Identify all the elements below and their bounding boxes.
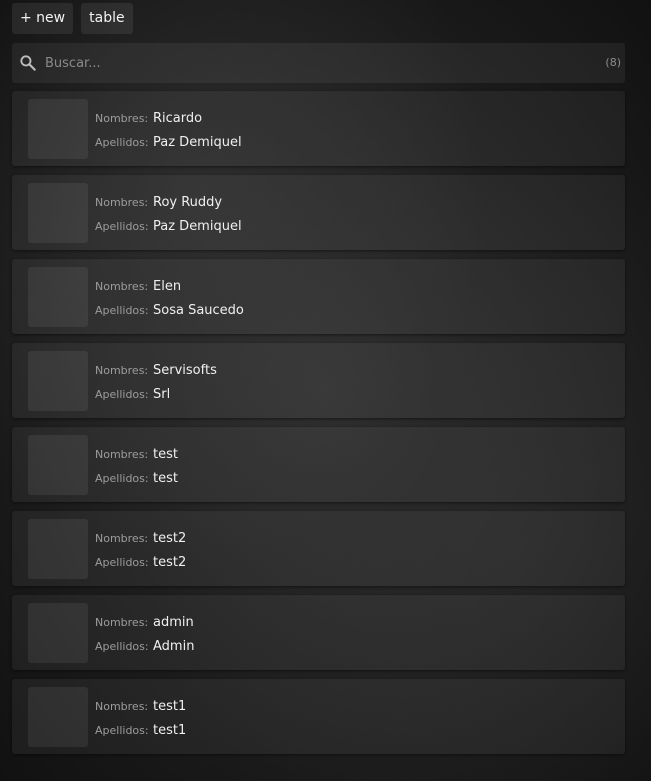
nombres-value: Servisofts xyxy=(153,363,217,378)
search-input[interactable] xyxy=(45,43,585,83)
avatar xyxy=(28,99,88,159)
nombres-value: Ricardo xyxy=(153,111,203,126)
nombres-label: Nombres: xyxy=(95,700,149,713)
search-icon[interactable] xyxy=(18,53,38,73)
list-item[interactable]: Nombres: test Apellidos: test xyxy=(12,427,625,502)
nombres-label: Nombres: xyxy=(95,448,149,461)
avatar xyxy=(28,435,88,495)
apellidos-label: Apellidos: xyxy=(95,556,149,569)
nombres-value: Roy Ruddy xyxy=(153,195,223,210)
new-button[interactable]: + new xyxy=(12,3,74,34)
avatar xyxy=(28,603,88,663)
nombres-value: Elen xyxy=(153,279,182,294)
apellidos-value: Sosa Saucedo xyxy=(153,303,244,318)
avatar xyxy=(28,351,88,411)
apellidos-value: test2 xyxy=(153,555,187,570)
table-view-button[interactable]: table xyxy=(81,3,133,34)
nombres-value: admin xyxy=(153,615,194,630)
nombres-value: test1 xyxy=(153,699,187,714)
apellidos-label: Apellidos: xyxy=(95,472,149,485)
nombres-label: Nombres: xyxy=(95,112,149,125)
list-item[interactable]: Nombres: Servisofts Apellidos: Srl xyxy=(12,343,625,418)
apellidos-label: Apellidos: xyxy=(95,640,149,653)
nombres-label: Nombres: xyxy=(95,616,149,629)
apellidos-label: Apellidos: xyxy=(95,304,149,317)
nombres-label: Nombres: xyxy=(95,196,149,209)
apellidos-value: Admin xyxy=(153,639,195,654)
apellidos-value: Srl xyxy=(153,387,171,402)
nombres-value: test xyxy=(153,447,178,462)
apellidos-value: test1 xyxy=(153,723,187,738)
avatar xyxy=(28,687,88,747)
apellidos-value: Paz Demiquel xyxy=(153,135,242,150)
list-item[interactable]: Nombres: test2 Apellidos: test2 xyxy=(12,511,625,586)
avatar xyxy=(28,519,88,579)
list-item[interactable]: Nombres: test1 Apellidos: test1 xyxy=(12,679,625,754)
apellidos-value: test xyxy=(153,471,178,486)
toolbar: + new table xyxy=(12,3,133,34)
result-count: (8) xyxy=(605,56,621,69)
nombres-label: Nombres: xyxy=(95,280,149,293)
nombres-label: Nombres: xyxy=(95,364,149,377)
nombres-value: test2 xyxy=(153,531,187,546)
list-item[interactable]: Nombres: Elen Apellidos: Sosa Saucedo xyxy=(12,259,625,334)
apellidos-label: Apellidos: xyxy=(95,136,149,149)
apellidos-label: Apellidos: xyxy=(95,388,149,401)
list-item[interactable]: Nombres: Ricardo Apellidos: Paz Demiquel xyxy=(12,91,625,166)
records-list: Nombres: Ricardo Apellidos: Paz Demiquel N… xyxy=(12,91,625,763)
avatar xyxy=(28,267,88,327)
avatar xyxy=(28,183,88,243)
list-item[interactable]: Nombres: Roy Ruddy Apellidos: Paz Demiquel xyxy=(12,175,625,250)
list-item[interactable]: Nombres: admin Apellidos: Admin xyxy=(12,595,625,670)
apellidos-value: Paz Demiquel xyxy=(153,219,242,234)
search-bar: (8) xyxy=(12,43,625,83)
apellidos-label: Apellidos: xyxy=(95,724,149,737)
nombres-label: Nombres: xyxy=(95,532,149,545)
apellidos-label: Apellidos: xyxy=(95,220,149,233)
